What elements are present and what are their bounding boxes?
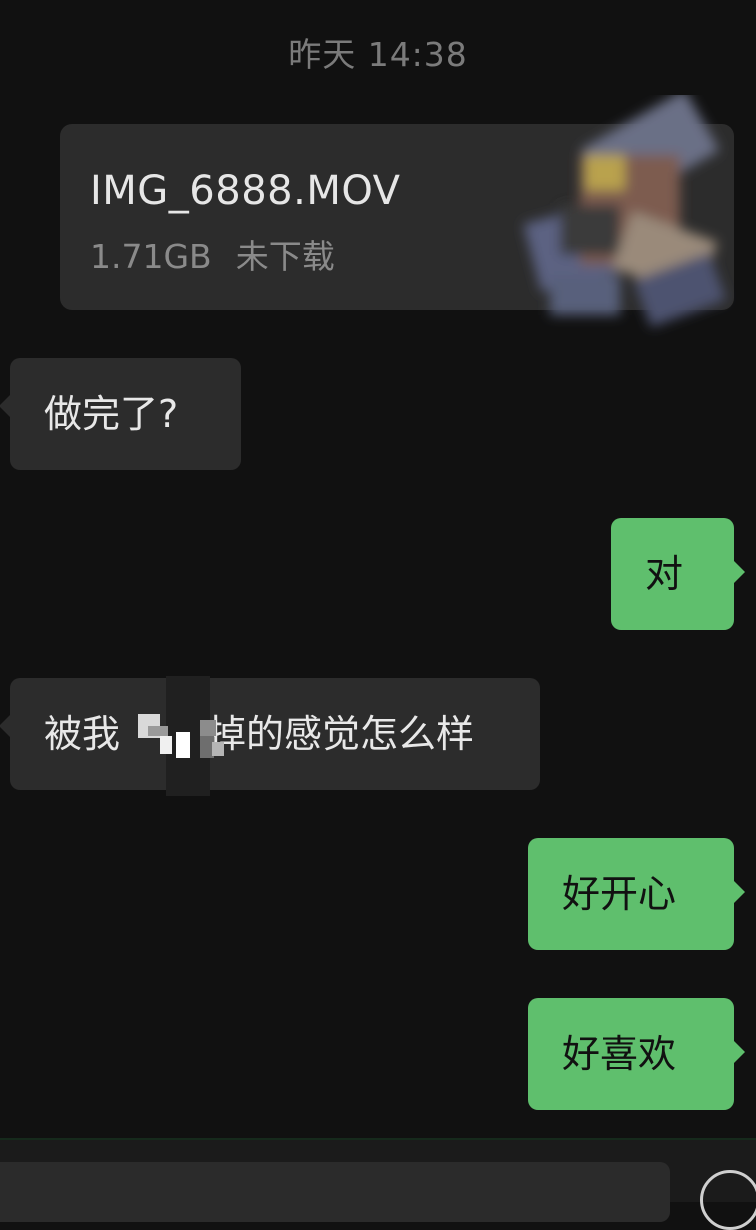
chat-timestamp: 昨天 14:38 (288, 35, 468, 74)
censored-mosaic (134, 676, 224, 796)
file-meta: 1.71GB 未下载 (90, 230, 335, 278)
message-input[interactable] (0, 1162, 670, 1222)
message-bubble-outgoing[interactable]: 好喜欢 (528, 998, 745, 1110)
message-text: 好喜欢 (562, 1032, 677, 1076)
plus-icon[interactable] (700, 1170, 756, 1230)
message-text: 对 (645, 552, 684, 596)
video-thumbnail-icon (523, 95, 727, 328)
message-bubble-incoming[interactable]: 被我 掉的感觉怎么样 (0, 678, 540, 790)
file-name: IMG_6888.MOV (90, 168, 401, 214)
message-text-start: 被我 (44, 712, 121, 756)
message-text: 被我 掉的感觉怎么样 (44, 715, 474, 753)
message-bubble-incoming[interactable]: 做完了? (0, 358, 241, 470)
download-status: 未下载 (235, 237, 335, 276)
message-bubble-outgoing[interactable]: 对 (611, 518, 745, 630)
message-text-end: 掉的感觉怎么样 (208, 712, 475, 756)
file-size: 1.71GB (90, 237, 212, 276)
message-text: 做完了? (44, 392, 179, 436)
message-text: 好开心 (562, 872, 677, 916)
input-bar (0, 1138, 756, 1230)
message-bubble-outgoing[interactable]: 好开心 (528, 838, 745, 950)
